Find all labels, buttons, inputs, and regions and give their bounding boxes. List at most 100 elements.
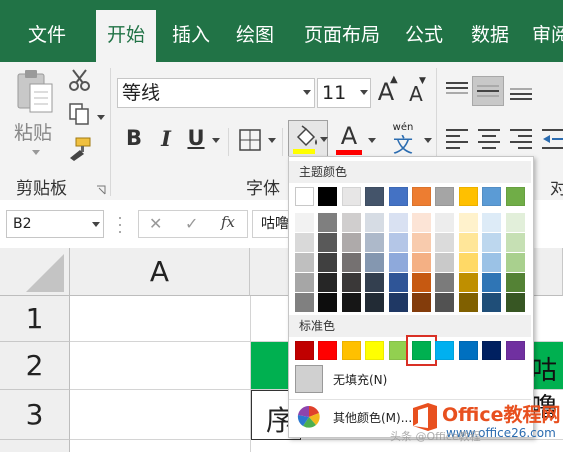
standard-color-swatch[interactable] xyxy=(295,341,314,360)
theme-tint-swatch[interactable] xyxy=(388,273,408,292)
font-size-dropdown-arrow[interactable] xyxy=(360,90,368,95)
phonetic-dropdown-arrow[interactable] xyxy=(424,138,432,143)
font-color-dropdown-arrow[interactable] xyxy=(368,138,376,143)
fill-color-dropdown-arrow[interactable] xyxy=(320,137,328,142)
theme-tint-swatch[interactable] xyxy=(435,253,455,272)
align-top-icon[interactable] xyxy=(444,80,470,102)
theme-tint-swatch[interactable] xyxy=(365,293,385,312)
formula-bar-grip[interactable] xyxy=(118,212,122,236)
paste-button[interactable]: 粘贴 xyxy=(14,118,52,145)
theme-tint-swatch[interactable] xyxy=(435,213,455,232)
copy-dropdown-arrow[interactable] xyxy=(97,115,105,120)
clipboard-launcher-icon[interactable] xyxy=(96,180,106,195)
theme-tint-swatch[interactable] xyxy=(341,233,361,252)
standard-color-swatch[interactable] xyxy=(388,341,408,360)
theme-color-swatch[interactable] xyxy=(412,187,431,206)
theme-tint-swatch[interactable] xyxy=(318,293,338,312)
theme-tint-swatch[interactable] xyxy=(388,233,408,252)
theme-tint-swatch[interactable] xyxy=(318,233,338,252)
tab-draw[interactable]: 绘图 xyxy=(228,10,282,62)
tab-home[interactable]: 开始 xyxy=(96,10,156,62)
font-name-dropdown-arrow[interactable] xyxy=(303,90,311,95)
theme-tint-swatch[interactable] xyxy=(505,293,525,312)
confirm-icon[interactable]: ✓ xyxy=(185,214,198,233)
format-painter-icon[interactable] xyxy=(66,136,92,162)
decrease-indent-icon[interactable] xyxy=(540,126,563,152)
select-all-corner[interactable] xyxy=(0,248,70,296)
theme-tint-swatch[interactable] xyxy=(341,293,361,312)
theme-tint-swatch[interactable] xyxy=(412,213,431,232)
theme-tint-swatch[interactable] xyxy=(412,273,431,292)
row-header-4[interactable] xyxy=(0,440,70,452)
theme-tint-swatch[interactable] xyxy=(435,293,455,312)
font-name-combobox[interactable]: 等线 xyxy=(117,78,315,108)
theme-color-swatch[interactable] xyxy=(365,187,385,206)
phonetic-button[interactable]: wén 文 xyxy=(388,122,418,156)
theme-tint-swatch[interactable] xyxy=(295,213,314,232)
theme-color-swatch[interactable] xyxy=(458,187,478,206)
decrease-font-size-button[interactable]: A ▼ xyxy=(404,76,428,106)
standard-color-swatch[interactable] xyxy=(505,341,525,360)
theme-tint-swatch[interactable] xyxy=(295,273,314,292)
paste-dropdown-arrow[interactable] xyxy=(32,150,40,155)
theme-color-swatch[interactable] xyxy=(435,187,455,206)
theme-tint-swatch[interactable] xyxy=(388,293,408,312)
align-left-icon[interactable] xyxy=(444,126,470,152)
theme-color-swatch[interactable] xyxy=(318,187,338,206)
theme-tint-swatch[interactable] xyxy=(412,293,431,312)
theme-tint-swatch[interactable] xyxy=(365,213,385,232)
borders-icon[interactable] xyxy=(238,128,262,152)
theme-tint-swatch[interactable] xyxy=(482,233,502,252)
theme-tint-swatch[interactable] xyxy=(458,253,478,272)
theme-tint-swatch[interactable] xyxy=(365,253,385,272)
standard-color-swatch[interactable] xyxy=(435,341,455,360)
standard-color-swatch[interactable] xyxy=(365,341,385,360)
standard-color-swatch[interactable] xyxy=(341,341,361,360)
theme-color-swatch[interactable] xyxy=(341,187,361,206)
cancel-icon[interactable]: ✕ xyxy=(149,214,162,233)
tab-page-layout[interactable]: 页面布局 xyxy=(296,10,388,62)
row-header-2[interactable]: 2 xyxy=(0,342,70,390)
align-center-icon[interactable] xyxy=(476,126,502,152)
align-bottom-icon[interactable] xyxy=(508,80,534,102)
theme-color-swatch[interactable] xyxy=(295,187,314,206)
name-box[interactable]: B2 xyxy=(6,210,104,238)
theme-color-swatch[interactable] xyxy=(388,187,408,206)
theme-tint-swatch[interactable] xyxy=(365,233,385,252)
font-color-button[interactable]: A xyxy=(338,122,360,150)
standard-color-swatch[interactable] xyxy=(458,341,478,360)
tab-review[interactable]: 审阅 xyxy=(532,10,563,62)
theme-tint-swatch[interactable] xyxy=(341,213,361,232)
bold-button[interactable]: B xyxy=(124,126,144,150)
theme-tint-swatch[interactable] xyxy=(412,253,431,272)
theme-tint-swatch[interactable] xyxy=(435,233,455,252)
tab-data[interactable]: 数据 xyxy=(464,10,516,62)
theme-tint-swatch[interactable] xyxy=(505,213,525,232)
name-box-dropdown-arrow[interactable] xyxy=(92,222,100,227)
borders-dropdown-arrow[interactable] xyxy=(268,138,276,143)
theme-tint-swatch[interactable] xyxy=(482,273,502,292)
underline-dropdown-arrow[interactable] xyxy=(212,138,220,143)
theme-tint-swatch[interactable] xyxy=(458,233,478,252)
standard-color-swatch[interactable] xyxy=(410,339,433,362)
tab-file[interactable]: 文件 xyxy=(14,10,80,62)
no-fill-item[interactable]: 无填充(N) xyxy=(295,365,525,395)
theme-tint-swatch[interactable] xyxy=(318,213,338,232)
theme-tint-swatch[interactable] xyxy=(341,253,361,272)
theme-tint-swatch[interactable] xyxy=(458,213,478,232)
theme-tint-swatch[interactable] xyxy=(482,293,502,312)
theme-tint-swatch[interactable] xyxy=(295,293,314,312)
theme-tint-swatch[interactable] xyxy=(295,253,314,272)
theme-tint-swatch[interactable] xyxy=(295,233,314,252)
formula-input[interactable]: 咕噜 xyxy=(252,210,292,238)
column-header-a[interactable]: A xyxy=(70,248,250,296)
align-middle-button[interactable] xyxy=(472,76,504,106)
theme-tint-swatch[interactable] xyxy=(505,273,525,292)
theme-tint-swatch[interactable] xyxy=(318,273,338,292)
row-header-3[interactable]: 3 xyxy=(0,390,70,440)
copy-icon[interactable] xyxy=(68,102,92,126)
theme-tint-swatch[interactable] xyxy=(458,293,478,312)
theme-color-swatch[interactable] xyxy=(505,187,525,206)
insert-function-icon[interactable]: fx xyxy=(221,213,235,231)
theme-tint-swatch[interactable] xyxy=(435,273,455,292)
